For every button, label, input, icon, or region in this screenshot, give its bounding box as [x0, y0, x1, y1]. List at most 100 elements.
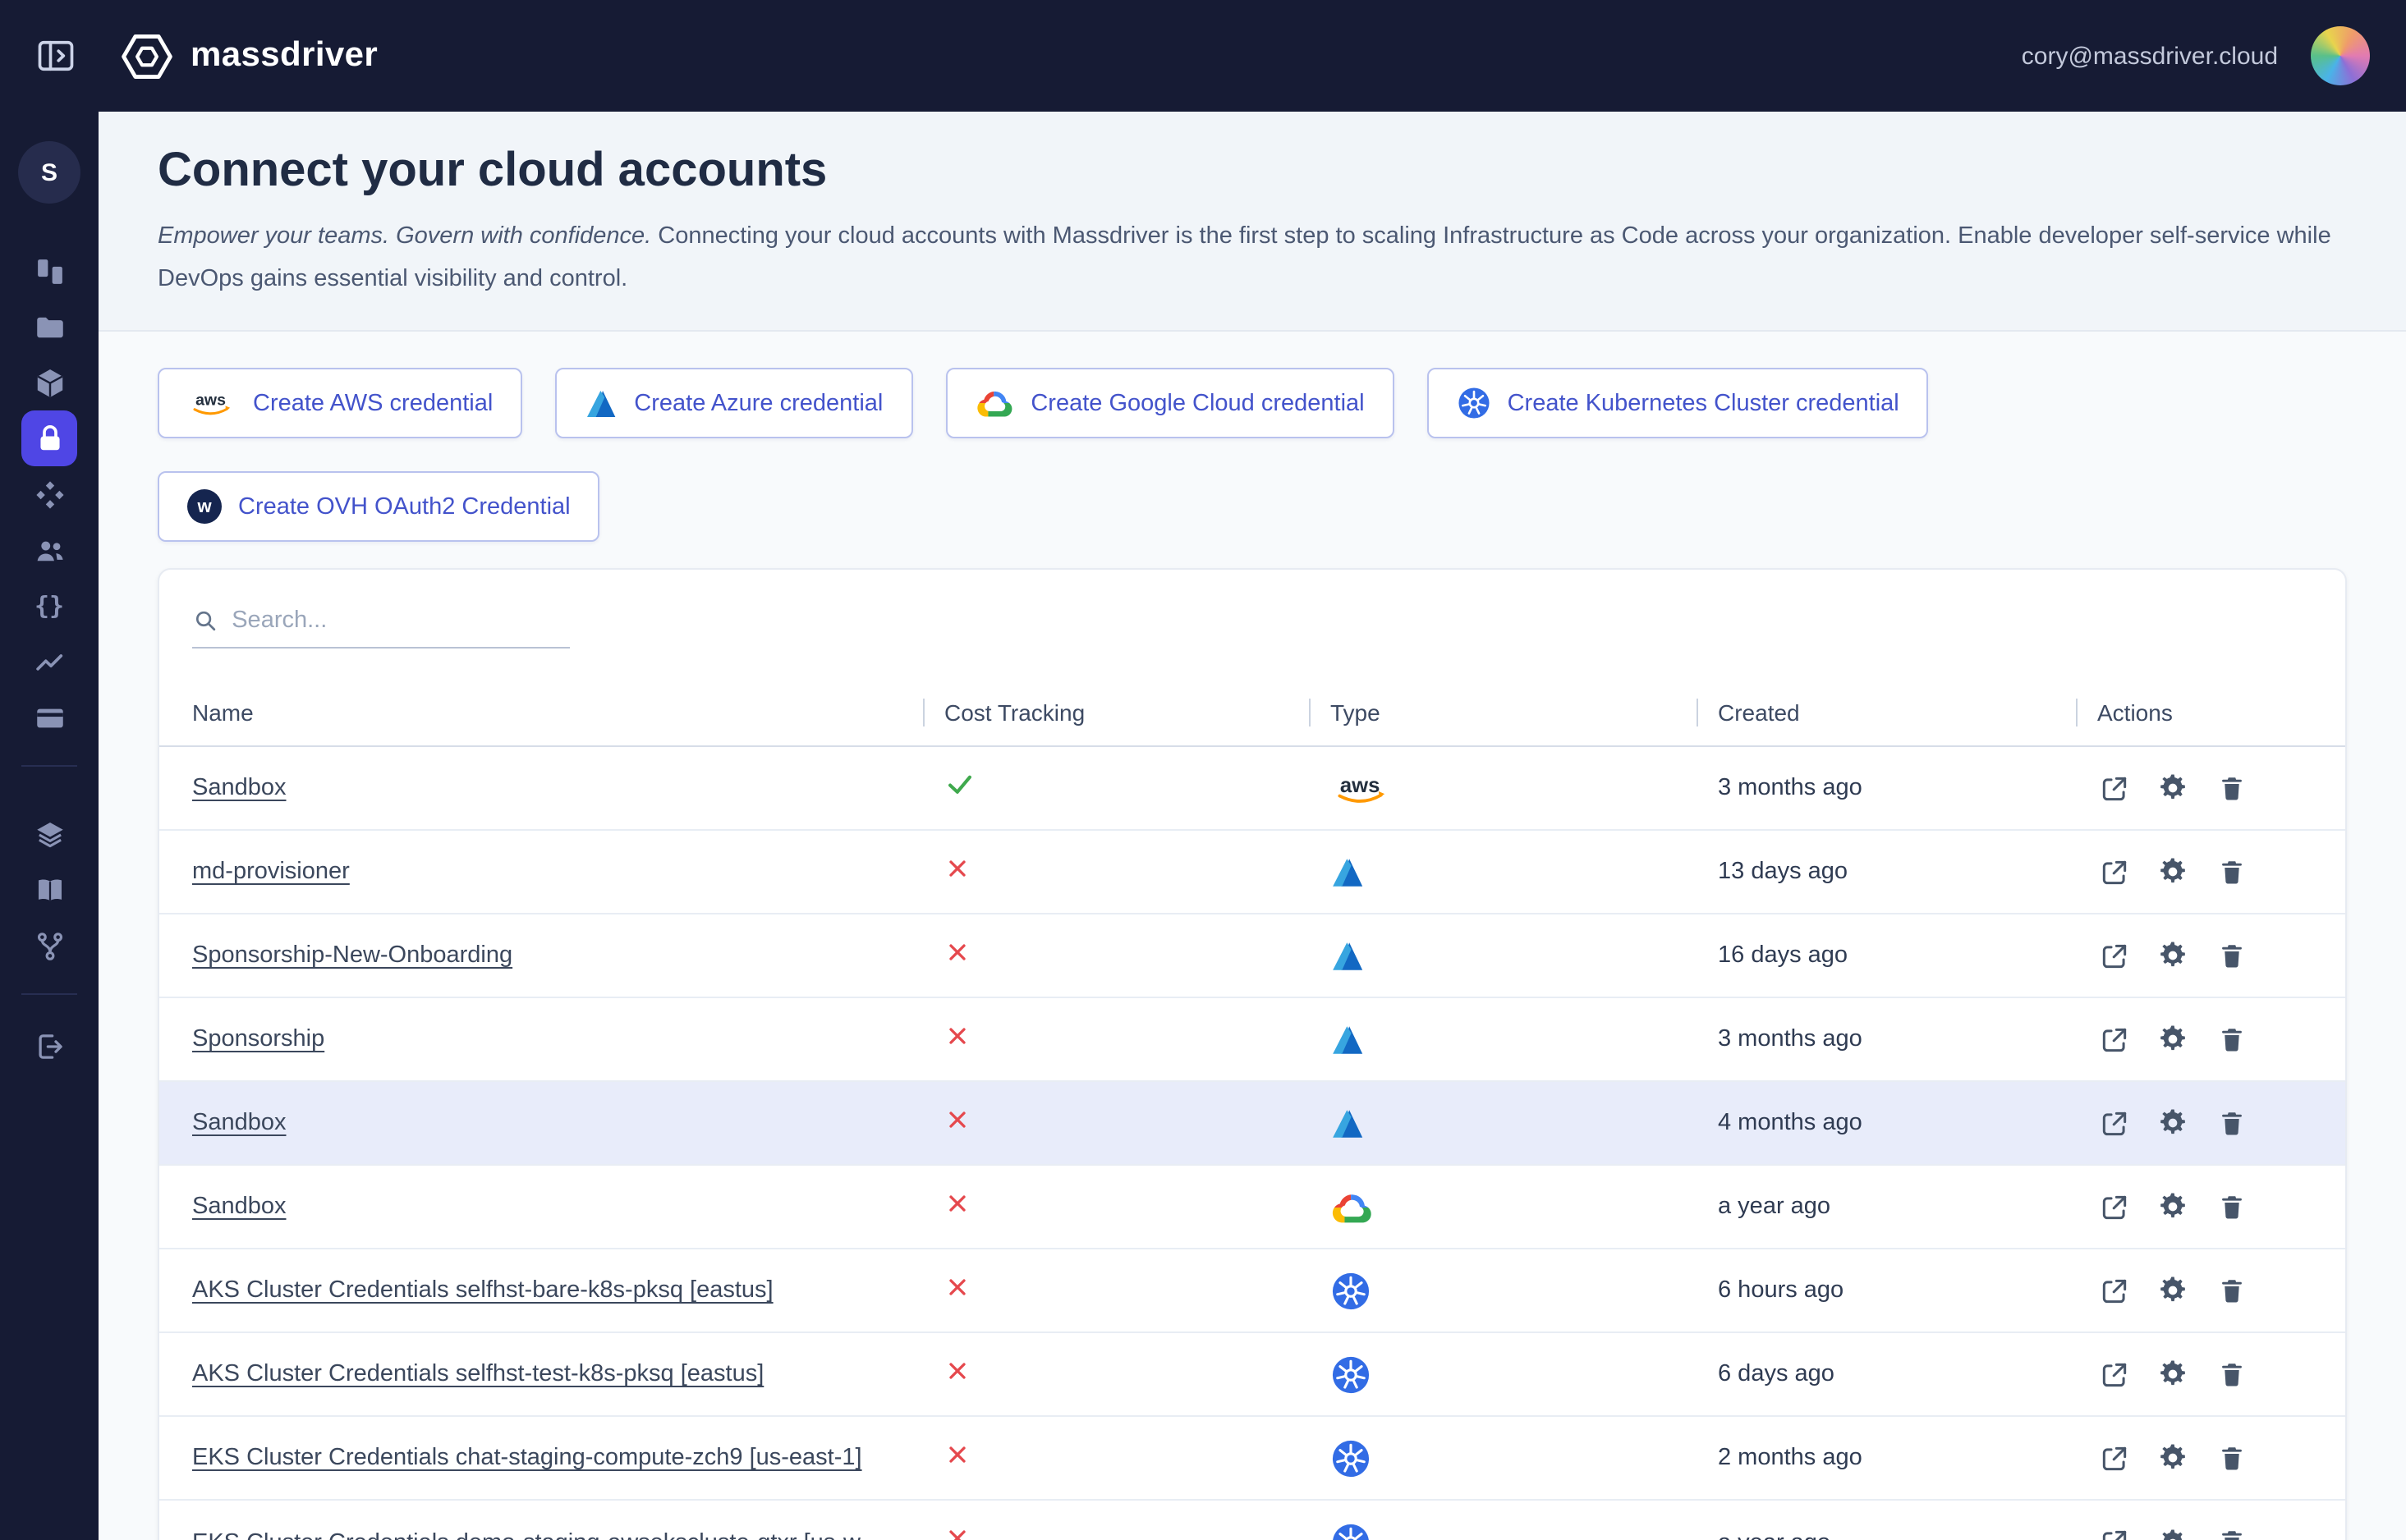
user-avatar[interactable] [2311, 26, 2370, 85]
create-aws-credential-button[interactable]: aws Create AWS credential [158, 368, 522, 438]
configure-credential-button[interactable] [2156, 855, 2189, 888]
sidebar-item-deployments[interactable] [21, 466, 77, 522]
gear-icon [2156, 1023, 2189, 1056]
open-credential-button[interactable] [2097, 1023, 2130, 1056]
lock-icon [32, 421, 67, 456]
open-credential-button[interactable] [2097, 1190, 2130, 1223]
sidebar-item-code[interactable]: {} [21, 578, 77, 634]
actions-cell [2097, 1190, 2312, 1223]
button-label: Create OVH OAuth2 Credential [238, 493, 571, 520]
sidebar-item-git-branch[interactable] [21, 918, 77, 974]
sidebar-item-teams[interactable] [21, 522, 77, 578]
logo-text: massdriver [191, 36, 378, 76]
search-icon [192, 606, 218, 635]
workspace-avatar[interactable]: S [18, 141, 80, 204]
name-cell: Sandbox [192, 1108, 944, 1138]
row-name-link[interactable]: AKS Cluster Credentials selfhst-test-k8s… [192, 1361, 764, 1387]
configure-credential-button[interactable] [2156, 1023, 2189, 1056]
create-kubernetes-credential-button[interactable]: Create Kubernetes Cluster credential [1427, 368, 1929, 438]
delete-credential-button[interactable] [2215, 1526, 2248, 1540]
row-name-link[interactable]: md-provisioner [192, 859, 350, 885]
page-title: Connect your cloud accounts [158, 144, 2347, 199]
delete-credential-button[interactable] [2215, 1107, 2248, 1139]
row-name-link[interactable]: Sandbox [192, 775, 287, 801]
configure-credential-button[interactable] [2156, 1274, 2189, 1307]
created-cell: a year ago [1718, 1529, 2097, 1540]
open-credential-button[interactable] [2097, 1274, 2130, 1307]
sidebar-item-metrics[interactable] [21, 634, 77, 690]
name-cell: Sandbox [192, 1192, 944, 1221]
cost-tracking-cell [944, 1441, 1330, 1475]
delete-credential-button[interactable] [2215, 1023, 2248, 1056]
sidebar-item-artifacts[interactable] [21, 806, 77, 862]
trash-icon [2217, 772, 2247, 804]
user-email: cory@massdriver.cloud [2022, 42, 2278, 70]
sidebar-item-credentials[interactable] [21, 410, 77, 466]
delete-credential-button[interactable] [2215, 1441, 2248, 1474]
configure-credential-button[interactable] [2156, 1107, 2189, 1139]
configure-credential-button[interactable] [2156, 772, 2189, 804]
open-credential-button[interactable] [2097, 1107, 2130, 1139]
column-divider [2076, 698, 2078, 726]
row-name-link[interactable]: Sandbox [192, 1194, 287, 1220]
page-subtitle: Empower your teams. Govern with confiden… [158, 215, 2347, 300]
row-name-link[interactable]: AKS Cluster Credentials selfhst-bare-k8s… [192, 1277, 774, 1304]
x-icon [944, 1022, 971, 1048]
configure-credential-button[interactable] [2156, 1358, 2189, 1391]
button-label: Create Azure credential [634, 390, 883, 416]
actions-cell [2097, 1023, 2312, 1056]
google-cloud-icon [1330, 1189, 1375, 1224]
configure-credential-button[interactable] [2156, 1190, 2189, 1223]
create-google-cloud-credential-button[interactable]: Create Google Cloud credential [945, 368, 1394, 438]
sidebar-item-docs[interactable] [21, 862, 77, 918]
configure-credential-button[interactable] [2156, 939, 2189, 972]
logout-button[interactable] [21, 1018, 77, 1074]
open-credential-button[interactable] [2097, 1526, 2130, 1540]
row-name-link[interactable]: Sponsorship-New-Onboarding [192, 942, 512, 969]
table-row: Sandbox 4 months ago [159, 1082, 2345, 1166]
created-cell: 3 months ago [1718, 1026, 2097, 1052]
chart-line-icon [32, 644, 67, 679]
open-credential-button[interactable] [2097, 939, 2130, 972]
configure-credential-button[interactable] [2156, 1441, 2189, 1474]
open-credential-button[interactable] [2097, 855, 2130, 888]
delete-credential-button[interactable] [2215, 1358, 2248, 1391]
delete-credential-button[interactable] [2215, 772, 2248, 804]
panel-toggle-icon [34, 34, 77, 77]
row-name-link[interactable]: Sandbox [192, 1110, 287, 1136]
actions-cell [2097, 1274, 2312, 1307]
created-cell: a year ago [1718, 1194, 2097, 1220]
open-credential-button[interactable] [2097, 1441, 2130, 1474]
credentials-card: Name Cost Tracking Type Created Actions … [158, 568, 2347, 1540]
column-header-actions: Actions [2097, 699, 2312, 725]
row-name-link[interactable]: Sponsorship [192, 1026, 324, 1052]
table-body: Sandbox aws 3 months ago md-provisioner … [159, 747, 2345, 1540]
sidebar-toggle-button[interactable] [28, 28, 84, 84]
subtitle-emphasis: Empower your teams. Govern with confiden… [158, 223, 651, 250]
open-credential-button[interactable] [2097, 1358, 2130, 1391]
google-cloud-icon [975, 387, 1014, 419]
sidebar-item-projects[interactable] [21, 299, 77, 355]
table-row: AKS Cluster Credentials selfhst-test-k8s… [159, 1333, 2345, 1417]
sidebar-item-bundles[interactable] [21, 355, 77, 410]
sidebar-item-billing[interactable] [21, 690, 77, 745]
delete-credential-button[interactable] [2215, 855, 2248, 888]
gear-icon [2156, 1274, 2189, 1307]
row-name-link[interactable]: EKS Cluster Credentials demo-staging-aws… [192, 1529, 879, 1540]
create-ovh-credential-button[interactable]: w Create OVH OAuth2 Credential [158, 471, 600, 542]
open-credential-button[interactable] [2097, 772, 2130, 804]
table-header: Name Cost Tracking Type Created Actions [159, 678, 2345, 747]
configure-credential-button[interactable] [2156, 1526, 2189, 1540]
create-azure-credential-button[interactable]: Create Azure credential [555, 368, 912, 438]
kubernetes-icon [1330, 1354, 1371, 1395]
row-name-link[interactable]: EKS Cluster Credentials chat-staging-com… [192, 1445, 862, 1471]
delete-credential-button[interactable] [2215, 1274, 2248, 1307]
search-input[interactable] [232, 607, 570, 634]
sidebar-item-dashboard[interactable] [21, 243, 77, 299]
delete-credential-button[interactable] [2215, 1190, 2248, 1223]
delete-credential-button[interactable] [2215, 939, 2248, 972]
table-row: EKS Cluster Credentials demo-staging-aws… [159, 1501, 2345, 1540]
massdriver-logo[interactable]: massdriver [120, 29, 378, 83]
external-link-icon [2098, 1191, 2129, 1222]
svg-text:aws: aws [1340, 773, 1380, 796]
